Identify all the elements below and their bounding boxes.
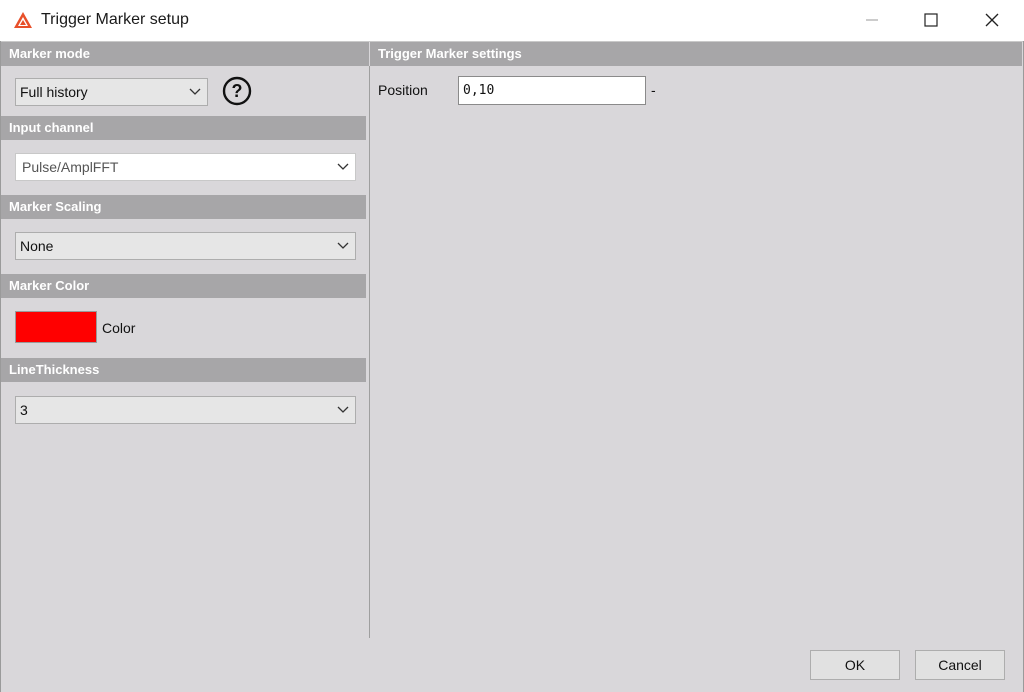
color-swatch-button[interactable] (15, 311, 97, 343)
marker-scaling-value: None (20, 238, 54, 254)
title-bar: Trigger Marker setup (0, 0, 1024, 42)
line-thickness-header: LineThickness (1, 358, 366, 382)
marker-scaling-dropdown[interactable]: None (15, 232, 356, 260)
maximize-button[interactable] (901, 0, 961, 40)
line-thickness-dropdown[interactable]: 3 (15, 396, 356, 424)
trigger-marker-settings-header: Trigger Marker settings (370, 42, 1022, 66)
position-unit: - (651, 82, 656, 98)
ok-button[interactable]: OK (810, 650, 900, 680)
input-channel-value: Pulse/AmplFFT (22, 159, 119, 175)
minimize-button[interactable] (842, 0, 902, 40)
app-logo-icon (14, 12, 32, 28)
minimize-icon (866, 19, 878, 21)
cancel-button[interactable]: Cancel (915, 650, 1005, 680)
input-channel-dropdown[interactable]: Pulse/AmplFFT (15, 153, 356, 181)
svg-text:?: ? (232, 81, 243, 101)
line-thickness-value: 3 (20, 402, 28, 418)
position-label: Position (378, 82, 428, 98)
marker-mode-header: Marker mode (1, 42, 369, 66)
maximize-icon (924, 13, 938, 27)
help-icon[interactable]: ? (222, 76, 252, 106)
input-channel-header: Input channel (1, 116, 366, 140)
panel-divider (369, 66, 370, 638)
close-button[interactable] (962, 0, 1022, 40)
position-input[interactable]: 0,10 (458, 76, 646, 105)
marker-mode-value: Full history (20, 84, 88, 100)
chevron-down-icon (337, 242, 349, 249)
color-label: Color (102, 320, 136, 336)
chevron-down-icon (337, 163, 349, 170)
chevron-down-icon (337, 406, 349, 413)
window-title: Trigger Marker setup (41, 11, 189, 28)
marker-color-header: Marker Color (1, 274, 366, 298)
chevron-down-icon (189, 88, 201, 95)
close-icon (985, 13, 999, 27)
marker-mode-dropdown[interactable]: Full history (15, 78, 208, 106)
marker-scaling-header: Marker Scaling (1, 195, 366, 219)
